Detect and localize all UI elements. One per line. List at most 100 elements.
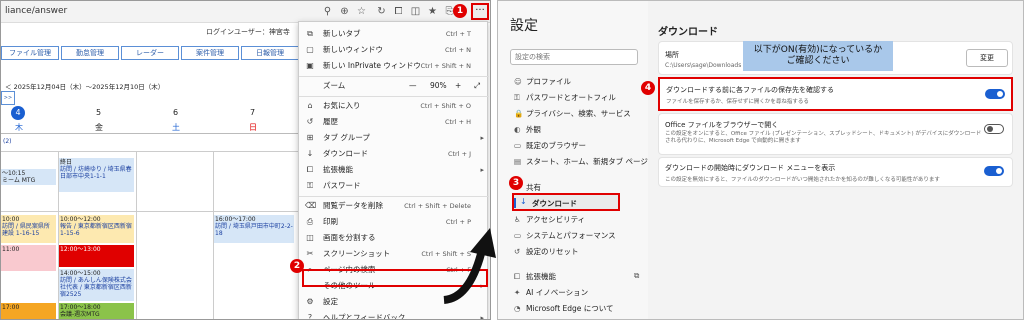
menu-shortcut: Ctrl + N	[444, 46, 471, 54]
sidebar-item-accessibility[interactable]: ♿ アクセシビリティ	[514, 214, 585, 225]
menu-item-history[interactable]: ↺ 履歴 Ctrl + H	[299, 114, 489, 130]
sidebar-item-extensions[interactable]: ⧠ 拡張機能 ⧉	[514, 271, 639, 282]
option-description: ファイルを保存するか、保存せずに開くかを尋ね指するる	[666, 99, 809, 105]
favorite-star-icon[interactable]: ☆	[355, 5, 368, 18]
favorites-icon: ⌂	[307, 101, 313, 110]
menu-item-help[interactable]: ? ヘルプとフィードバック ▸	[299, 310, 489, 319]
menu-item-passwords[interactable]: ⚿ パスワード	[299, 178, 489, 194]
download-menu-toggle[interactable]	[984, 166, 1004, 176]
menu-shortcut: Ctrl + J	[447, 150, 471, 158]
change-location-button[interactable]: 変更	[966, 49, 1008, 67]
day-dow: 金	[95, 123, 103, 132]
menu-shortcut: Ctrl + Shift + Delete	[404, 202, 471, 210]
menu-item-favorites[interactable]: ⌂ お気に入り Ctrl + Shift + O	[299, 98, 489, 114]
zoom-in-button[interactable]: +	[455, 78, 461, 94]
tab-daily-report[interactable]: 日報管理	[241, 46, 299, 60]
ai-icon: ✦	[514, 288, 521, 297]
tab-radar[interactable]: レーダー	[121, 46, 179, 60]
app-tab-row: ファイル管理 勤怠管理 レーダー 案件管理 日報管理	[1, 46, 301, 60]
menu-label: 新しい InPrivate ウィンドウ	[323, 61, 421, 70]
sidebar-item-about[interactable]: ◔ Microsoft Edge について	[514, 303, 614, 314]
menu-item-tab-groups[interactable]: ⊞ タブ グループ ▸	[299, 130, 489, 146]
menu-item-clear-data[interactable]: ⌫ 閲覧データを削除 Ctrl + Shift + Delete	[299, 198, 489, 214]
step-badge-3: 3	[509, 176, 523, 190]
sidebar-item-label: 既定のブラウザー	[526, 141, 586, 150]
key-icon[interactable]: ⚲	[321, 5, 334, 18]
toggle-knob	[987, 126, 993, 132]
event-time: 17:00	[2, 304, 20, 311]
zoom-icon[interactable]: ⊕	[338, 5, 351, 18]
event-label: 訪問 / あんしん保険株式会社代表 / 東京都新宿区西新宿2525	[60, 277, 132, 298]
print-icon: ⎙	[306, 217, 314, 226]
external-link-icon: ⧉	[634, 271, 640, 280]
calendar-event[interactable]: 10:00 訪問 / 県民案県所建設 1-16-15	[1, 215, 56, 243]
download-icon: ↓	[306, 149, 314, 158]
system-icon: ▭	[514, 231, 522, 240]
zoom-out-button[interactable]: —	[409, 78, 417, 94]
prev-week-button[interactable]: >>	[1, 91, 15, 105]
settings-search-input[interactable]	[510, 49, 638, 65]
calendar-event[interactable]: 17:00～18:00 会議-週次MTG	[59, 303, 134, 319]
tab-file[interactable]: ファイル管理	[1, 46, 59, 60]
day-dow: 日	[249, 123, 257, 132]
menu-separator	[299, 96, 489, 97]
refresh-icon[interactable]: ↻	[375, 5, 388, 18]
calendar-event[interactable]: 17:00	[1, 303, 56, 319]
window-icon: ▢	[306, 45, 314, 54]
curved-arrow-icon	[443, 228, 496, 304]
menu-label: パスワード	[323, 181, 361, 190]
calendar-event[interactable]: 16:00～17:00 訪問 / 埼玉県戸田市中町2-2-18	[214, 215, 294, 243]
sidebar-item-downloads[interactable]: ↓ ダウンロード	[512, 193, 620, 211]
sidebar-item-profile[interactable]: ☺ プロファイル	[514, 76, 571, 87]
sidebar-item-label: 外観	[526, 125, 541, 134]
calendar-event[interactable]: 10:00～12:00 報告 / 東京都新宿区西新宿1-15-6	[59, 215, 134, 243]
calendar-event[interactable]: 終日 訪問 / 坊崎ゆり / 埼玉県春日部市中央1-1-1	[59, 158, 134, 192]
menu-item-downloads[interactable]: ↓ ダウンロード Ctrl + J	[299, 146, 489, 162]
url-text: liance/answer	[5, 6, 68, 16]
menu-item-new-tab[interactable]: ⧉ 新しいタブ Ctrl + T	[299, 26, 489, 42]
sidebar-item-system[interactable]: ▭ システムとパフォーマンス	[514, 230, 616, 241]
lock-icon: 🔒	[514, 109, 524, 118]
sidebar-item-privacy[interactable]: 🔒 プライバシー、検索、サービス	[514, 108, 631, 119]
sidebar-item-label: AI イノベーション	[526, 288, 589, 297]
extensions-icon[interactable]: ⧠	[392, 5, 405, 18]
calendar-event[interactable]: ～10:15 ミーム MTG	[1, 169, 56, 185]
ask-save-location-toggle[interactable]	[985, 89, 1005, 99]
sidebar-item-passwords[interactable]: ⚿ パスワードとオートフィル	[514, 92, 616, 103]
menu-item-new-window[interactable]: ▢ 新しいウィンドウ Ctrl + N	[299, 42, 489, 58]
sidebar-item-label: システムとパフォーマンス	[526, 231, 616, 240]
menu-label: 新しいタブ	[323, 29, 361, 38]
calendar-event[interactable]: 11:00	[1, 245, 56, 271]
menu-item-inprivate[interactable]: ▣ 新しい InPrivate ウィンドウ Ctrl + Shift + N	[299, 58, 489, 74]
ask-save-location-card: ダウンロードする前に各ファイルの保存先を確認する ファイルを保存するか、保存せず…	[658, 77, 1013, 111]
menu-label: お気に入り	[323, 101, 361, 110]
instruction-callout: 以下がON(有効)になっているか ご確認ください	[743, 41, 893, 71]
menu-label: スクリーンショット	[323, 249, 391, 258]
sidebar-item-label: パスワードとオートフィル	[526, 93, 616, 102]
reset-icon: ↺	[514, 247, 521, 256]
sidebar-item-reset[interactable]: ↺ 設定のリセット	[514, 246, 579, 257]
sidebar-item-label: 設定のリセット	[526, 247, 579, 256]
date-range: ＜ 2025年12月04日（木）～2025年12月10日（木）	[5, 83, 165, 91]
history-icon: ↺	[306, 117, 314, 126]
calendar-event[interactable]: 12:00～13:00	[59, 245, 134, 267]
settings-sidebar: 設定 ☺ プロファイル ⚿ パスワードとオートフィル 🔒プライバシー、検索、サービス…	[498, 1, 648, 319]
fullscreen-icon[interactable]: ⤢	[474, 78, 480, 94]
edge-icon: ◔	[514, 304, 521, 313]
split-screen-icon[interactable]: ◫	[409, 5, 422, 18]
menu-label: 履歴	[323, 117, 338, 126]
sidebar-item-appearance[interactable]: ◐ 外観	[514, 124, 541, 135]
sidebar-item-ai[interactable]: ✦ AI イノベーション	[514, 287, 588, 298]
sidebar-item-start-home[interactable]: ▤ スタート、ホーム、新規タブ ページ	[514, 156, 648, 167]
menu-item-zoom: ズーム — 90% + ⤢	[299, 78, 489, 94]
tab-attendance[interactable]: 勤怠管理	[61, 46, 119, 60]
option-title: Office ファイルをブラウザーで開く	[665, 121, 779, 129]
tab-cases[interactable]: 案件管理	[181, 46, 239, 60]
favorites-icon[interactable]: ★	[426, 5, 439, 18]
sidebar-item-default-browser[interactable]: ▭ 既定のブラウザー	[514, 140, 586, 151]
more-menu-button[interactable]: ···	[471, 3, 489, 20]
menu-item-extensions[interactable]: ⧠ 拡張機能 ▸	[299, 162, 489, 178]
calendar-event[interactable]: 14:00～15:00 訪問 / あんしん保険株式会社代表 / 東京都新宿区西新宿…	[59, 269, 134, 301]
office-files-toggle[interactable]	[984, 124, 1004, 134]
address-bar[interactable]: liance/answer ⚲ ⊕ ☆ ↻ ⧠ ◫ ★ ⎘ 1 ···	[1, 1, 490, 23]
